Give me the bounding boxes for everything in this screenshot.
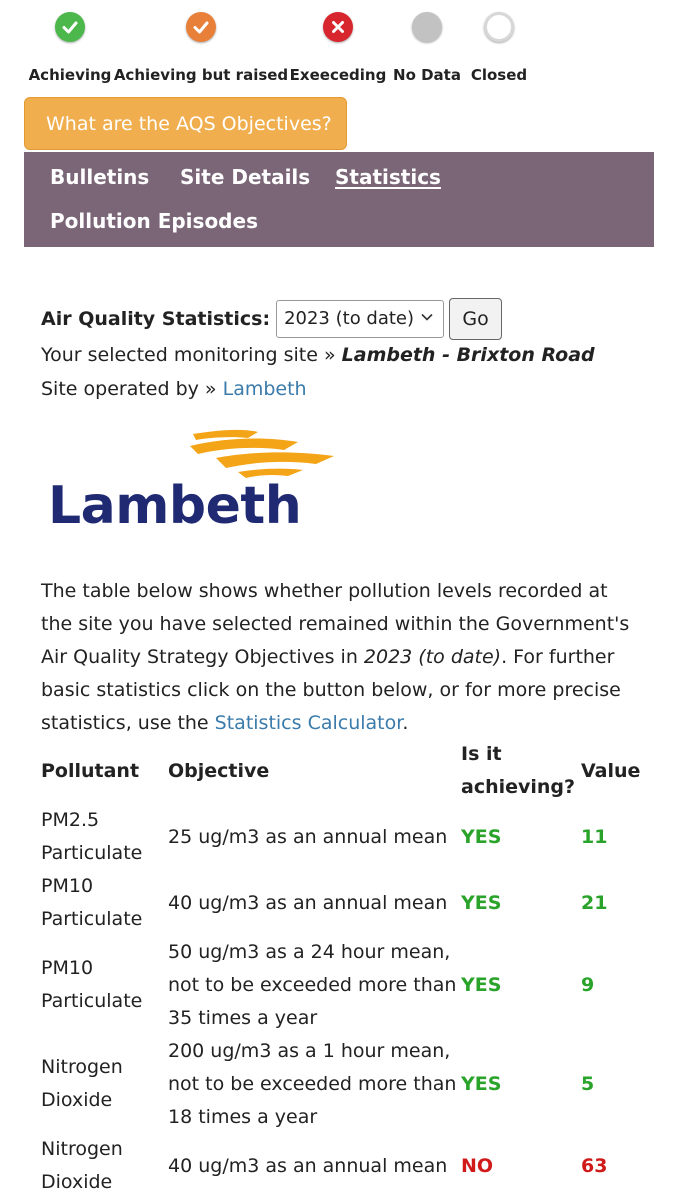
objective-cell: 40 ug/m3 as an annual mean: [168, 892, 448, 914]
value-cell: 21: [581, 892, 608, 914]
selected-site-prefix: Your selected monitoring site »: [41, 344, 336, 366]
operator-prefix: Site operated by »: [41, 378, 217, 400]
legend-label: Closed: [470, 66, 528, 84]
pollutant-cell: PM10 Particulate: [41, 870, 142, 936]
objective-cell: 50 ug/m3 as a 24 hour mean, not to be ex…: [168, 936, 456, 1035]
statistics-label: Air Quality Statistics:: [41, 308, 271, 330]
pollutant-line: Particulate: [41, 908, 143, 930]
tab-bulletins[interactable]: Bulletins: [50, 165, 149, 189]
statistics-calculator-link[interactable]: Statistics Calculator: [215, 712, 403, 734]
legend-no-data: No Data: [393, 12, 461, 84]
logo-text: Lambeth: [48, 476, 302, 536]
objective-line: 200 ug/m3 as a 1 hour mean,: [168, 1040, 451, 1062]
status-legend: Achieving Achieving but raised Exeecedin…: [0, 12, 677, 92]
objective-line: not to be exceeded more than: [168, 974, 457, 996]
objective-line: not to be exceeded more than: [168, 1073, 457, 1095]
objective-cell: 200 ug/m3 as a 1 hour mean, not to be ex…: [168, 1035, 456, 1134]
value-cell: 9: [581, 974, 595, 996]
selected-site-name: Lambeth - Brixton Road: [341, 344, 595, 366]
header-achieving: Is it achieving?: [461, 738, 575, 804]
achieving-cell: YES: [461, 974, 502, 996]
objective-line: 50 ug/m3 as a 24 hour mean,: [168, 941, 451, 963]
legend-closed: Closed: [471, 12, 527, 84]
value-cell: 63: [581, 1155, 608, 1177]
pollutant-line: Particulate: [41, 842, 143, 864]
objective-cell: 25 ug/m3 as an annual mean: [168, 826, 448, 848]
ring-icon: [484, 12, 514, 42]
header-achieving-line: Is it: [461, 743, 502, 765]
lambeth-logo: Lambeth: [48, 428, 338, 536]
site-nav: Bulletins Site Details Statistics Pollut…: [24, 152, 654, 247]
value-cell: 5: [581, 1073, 595, 1095]
legend-achieving: Achieving: [29, 12, 111, 84]
achieving-cell: YES: [461, 826, 502, 848]
tab-statistics[interactable]: Statistics: [335, 165, 441, 189]
year-select[interactable]: 2023 (to date): [276, 300, 445, 338]
pollutant-line: PM10: [41, 957, 94, 979]
chevron-down-icon: [421, 313, 433, 321]
header-value: Value: [581, 760, 641, 782]
grey-dot-icon: [412, 12, 442, 42]
operator-link[interactable]: Lambeth: [223, 378, 307, 400]
pollutant-line: PM10: [41, 875, 94, 897]
tab-pollution-episodes[interactable]: Pollution Episodes: [50, 209, 258, 233]
legend-label: Achieving but raised: [113, 66, 289, 84]
intro-paragraph: The table below shows whether pollution …: [41, 575, 641, 740]
header-objective: Objective: [168, 760, 270, 782]
pollutant-line: Dioxide: [41, 1089, 113, 1111]
objective-cell: 40 ug/m3 as an annual mean: [168, 1155, 448, 1177]
achieving-cell: YES: [461, 1073, 502, 1095]
legend-label: Achieving: [28, 66, 112, 84]
paragraph-year: 2023 (to date): [363, 646, 502, 668]
statistics-form: Air Quality Statistics: 2023 (to date) G…: [41, 298, 503, 340]
cross-icon: [323, 12, 353, 42]
pollutant-line: PM2.5: [41, 809, 100, 831]
pollutant-line: Dioxide: [41, 1171, 113, 1193]
legend-label: No Data: [393, 66, 461, 84]
achieving-cell: NO: [461, 1155, 494, 1177]
objective-line: 35 times a year: [168, 1007, 318, 1029]
header-achieving-line: achieving?: [461, 776, 576, 798]
pollutant-line: Nitrogen: [41, 1138, 123, 1160]
pollutant-cell: Nitrogen Dioxide: [41, 1133, 123, 1199]
check-icon: [186, 12, 216, 42]
paragraph-text: .: [402, 712, 409, 734]
pollutant-line: Nitrogen: [41, 1056, 123, 1078]
tab-site-details[interactable]: Site Details: [180, 165, 310, 189]
achieving-cell: YES: [461, 892, 502, 914]
objective-line: 18 times a year: [168, 1106, 318, 1128]
pollutant-line: Particulate: [41, 990, 143, 1012]
check-icon: [55, 12, 85, 42]
legend-exceeding: Exeeceding: [290, 12, 386, 84]
aqs-objectives-button[interactable]: What are the AQS Objectives?: [24, 97, 347, 150]
value-cell: 11: [581, 826, 608, 848]
header-pollutant: Pollutant: [41, 760, 140, 782]
pollutant-cell: Nitrogen Dioxide: [41, 1051, 123, 1117]
go-button[interactable]: Go: [449, 298, 503, 340]
selected-site-line: Your selected monitoring site » Lambeth …: [41, 344, 595, 366]
operator-line: Site operated by » Lambeth: [41, 378, 307, 400]
pollutant-cell: PM2.5 Particulate: [41, 804, 142, 870]
legend-label: Exeeceding: [289, 66, 387, 84]
year-select-value: 2023 (to date): [284, 308, 415, 329]
legend-achieving-raised: Achieving but raised: [114, 12, 288, 84]
pollutant-cell: PM10 Particulate: [41, 952, 142, 1018]
